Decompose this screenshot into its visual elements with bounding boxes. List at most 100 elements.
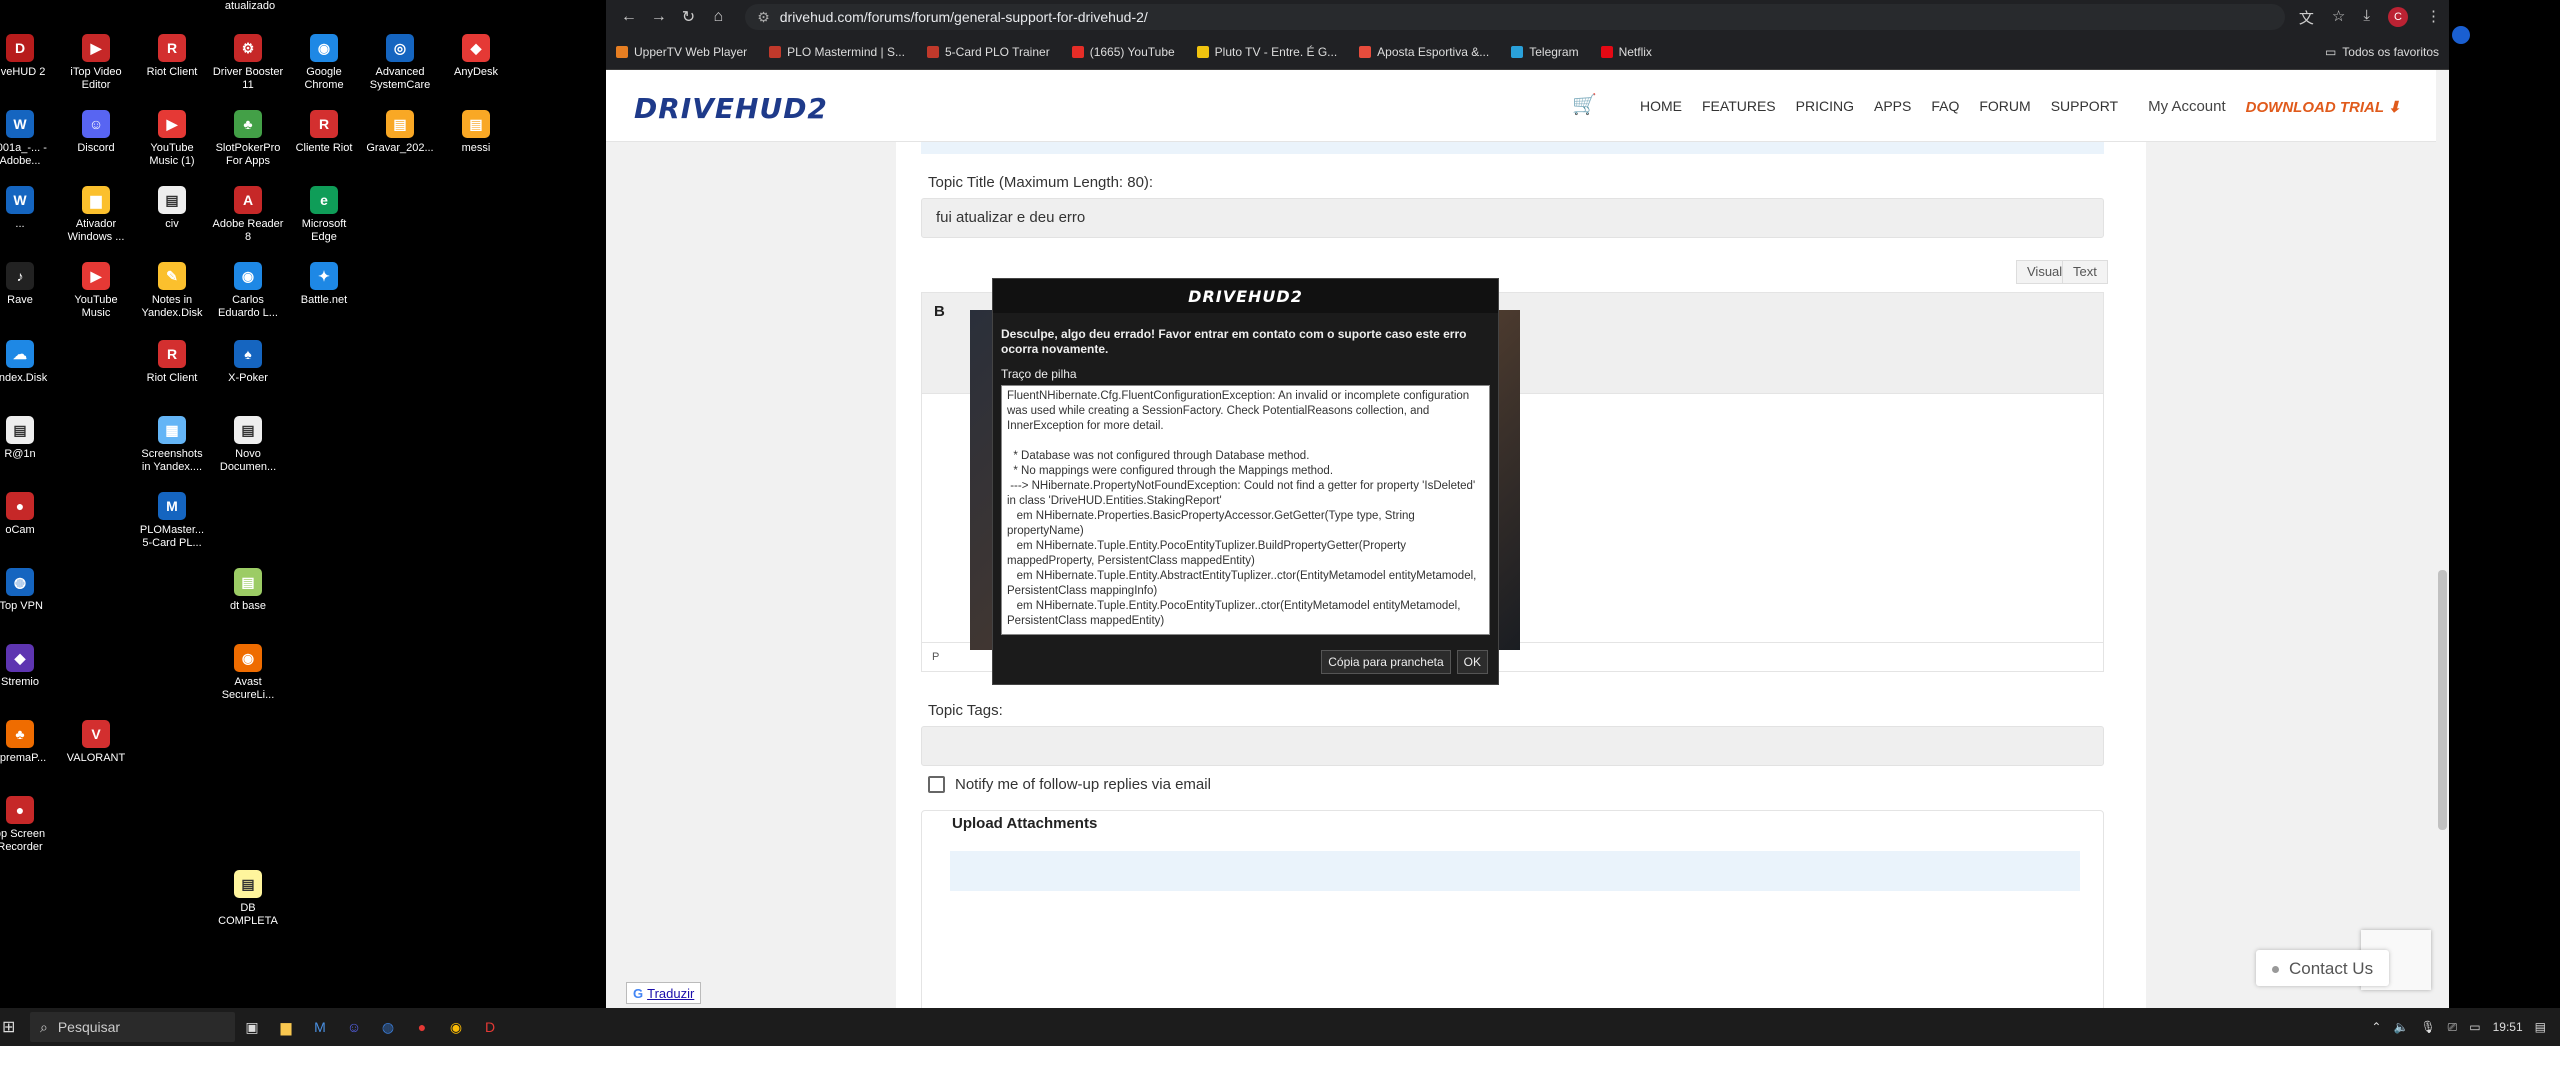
nav-support[interactable]: SUPPORT <box>2051 98 2118 116</box>
desktop-icon[interactable]: R Cliente Riot <box>288 110 360 155</box>
chrome-taskbar-icon[interactable]: ◉ <box>439 1019 473 1036</box>
desktop-icon[interactable]: ▤ dt base <box>212 568 284 613</box>
desktop-icon[interactable]: ♣ upremaP... <box>0 720 56 765</box>
desktop-icon[interactable]: e Microsoft Edge <box>288 186 360 244</box>
scrollbar-thumb[interactable] <box>2438 570 2447 830</box>
nav-faq[interactable]: FAQ <box>1931 98 1959 116</box>
desktop-icon[interactable]: ▶ YouTube Music (1) <box>136 110 208 168</box>
forward-icon[interactable]: → <box>644 8 674 26</box>
network-icon[interactable]: ⎚ <box>2448 1020 2458 1035</box>
desktop-icon[interactable]: R Riot Client <box>136 34 208 79</box>
desktop-icon[interactable]: ◉ Avast SecureLi... <box>212 644 284 702</box>
translate-widget[interactable]: G Traduzir <box>626 982 702 1004</box>
desktop-icon[interactable]: ◍ iTop VPN <box>0 568 56 613</box>
desktop-icon[interactable]: ▤ messi <box>440 110 512 155</box>
desktop-icon[interactable]: ◉ Google Chrome <box>288 34 360 92</box>
clock[interactable]: 19:51 <box>2493 1020 2523 1034</box>
desktop-icon[interactable]: ▶ YouTube Music <box>60 262 132 320</box>
vpn-taskbar-icon[interactable]: ◍ <box>371 1019 405 1036</box>
app-icon[interactable]: M <box>303 1019 337 1035</box>
topic-title-input[interactable]: fui atualizar e deu erro <box>921 198 2104 238</box>
taskbar-search[interactable]: ⌕ Pesquisar <box>30 1012 235 1042</box>
download-icon[interactable]: ⤓ <box>2363 7 2370 28</box>
desktop-icon[interactable]: ▶ iTop Video Editor <box>60 34 132 92</box>
desktop-icon[interactable]: A Adobe Reader 8 <box>212 186 284 244</box>
desktop-icon[interactable]: ▤ DB COMPLETA <box>212 870 284 928</box>
address-bar[interactable]: ⚙ drivehud.com/forums/forum/general-supp… <box>745 4 2285 30</box>
desktop-icon[interactable]: ♠ X-Poker <box>212 340 284 385</box>
nav-features[interactable]: FEATURES <box>1702 98 1776 116</box>
recorder-taskbar-icon[interactable]: ● <box>405 1019 439 1035</box>
desktop-icon[interactable]: V VALORANT <box>60 720 132 765</box>
my-account-link[interactable]: My Account <box>2148 98 2226 116</box>
desktop-icon[interactable]: ▤ R@1n <box>0 416 56 461</box>
desktop-icon[interactable]: DriveHUD 2 <box>0 34 56 79</box>
discord-taskbar-icon[interactable]: ☺ <box>337 1019 371 1035</box>
translate-icon[interactable]: 文 <box>2299 7 2314 28</box>
site-info-icon[interactable]: ⚙ <box>757 9 770 26</box>
desktop-icon[interactable]: ✎ Notes in Yandex.Disk <box>136 262 208 320</box>
desktop-icon[interactable]: W -001a_-... - Adobe... <box>0 110 56 168</box>
home-icon[interactable]: ⌂ <box>703 8 733 26</box>
desktop-icon[interactable]: ▤ Gravar_202... <box>364 110 436 155</box>
desktop-icon[interactable]: ▆ Ativador Windows ... <box>60 186 132 244</box>
notifications-icon[interactable]: ▤ <box>2535 1020 2546 1034</box>
drivehud-taskbar-icon[interactable]: D <box>473 1019 507 1035</box>
file-explorer-icon[interactable]: ▆ <box>269 1019 303 1036</box>
edge-sidebar-icon[interactable] <box>2452 26 2470 44</box>
desktop-icon[interactable]: M PLOMaster... 5-Card PL... <box>136 492 208 550</box>
bookmark-item[interactable]: Telegram <box>1511 45 1579 59</box>
notify-checkbox[interactable] <box>928 776 945 793</box>
ok-button[interactable]: OK <box>1456 650 1488 674</box>
desktop-icon[interactable]: W... <box>0 186 56 231</box>
battery-icon[interactable]: ▭ <box>2469 1020 2480 1034</box>
site-logo[interactable]: DRIVEHUD2 <box>634 92 828 125</box>
reload-icon[interactable]: ↻ <box>674 7 704 27</box>
page-scrollbar[interactable] <box>2436 70 2449 1008</box>
task-view-icon[interactable]: ▣ <box>235 1019 269 1036</box>
nav-forum[interactable]: FORUM <box>1979 98 2030 116</box>
nav-home[interactable]: HOME <box>1640 98 1682 116</box>
desktop-icon[interactable]: ▦ Screenshots in Yandex.... <box>136 416 208 474</box>
back-icon[interactable]: ← <box>614 8 644 26</box>
desktop-icon[interactable]: ▤ Novo Documen... <box>212 416 284 474</box>
desktop-icon[interactable]: ◉ Carlos Eduardo L... <box>212 262 284 320</box>
menu-icon[interactable]: ⋮ <box>2426 7 2441 28</box>
bookmark-item[interactable]: Netflix <box>1600 45 1652 59</box>
bookmark-item[interactable]: Aposta Esportiva &... <box>1359 45 1489 59</box>
desktop-icon[interactable]: ◆ Stremio <box>0 644 56 689</box>
bookmark-item[interactable]: Pluto TV - Entre. É G... <box>1196 45 1337 59</box>
bookmark-star-icon[interactable]: ☆ <box>2332 7 2345 28</box>
desktop-icon[interactable]: ● op Screen Recorder <box>0 796 56 854</box>
contact-us-button[interactable]: Contact Us <box>2256 950 2390 986</box>
cart-icon[interactable]: 🛒 <box>1572 92 1597 117</box>
bookmark-item[interactable]: UpperTV Web Player <box>616 45 747 59</box>
stack-trace-box[interactable]: FluentNHibernate.Cfg.FluentConfiguration… <box>1001 385 1490 635</box>
nav-pricing[interactable]: PRICING <box>1796 98 1854 116</box>
translate-link[interactable]: Traduzir <box>647 986 694 1001</box>
bookmarks-folder[interactable]: ▭ Todos os favoritos <box>2325 45 2439 59</box>
start-icon[interactable]: ⊞ <box>2 1017 30 1037</box>
bold-button[interactable]: B <box>934 303 945 320</box>
download-trial-link[interactable]: DOWNLOAD TRIAL ⬇ <box>2246 98 2401 116</box>
desktop-icon[interactable]: R Riot Client <box>136 340 208 385</box>
bookmark-item[interactable]: (1665) YouTube <box>1071 45 1175 59</box>
desktop-icon[interactable]: ◎ Advanced SystemCare <box>364 34 436 92</box>
desktop-icon[interactable]: ☁ andex.Disk <box>0 340 56 385</box>
nav-apps[interactable]: APPS <box>1874 98 1911 116</box>
desktop-icon[interactable]: ◆ AnyDesk <box>440 34 512 79</box>
desktop-icon[interactable]: ☺ Discord <box>60 110 132 155</box>
desktop-icon[interactable]: ✦ Battle.net <box>288 262 360 307</box>
topic-tags-input[interactable] <box>921 726 2104 766</box>
mic-icon[interactable]: 🎙 <box>2420 1020 2435 1034</box>
desktop-icon[interactable]: ▤ civ <box>136 186 208 231</box>
profile-avatar[interactable]: C <box>2388 6 2408 27</box>
desktop-icon[interactable]: ♣ SlotPokerPro For Apps <box>212 110 284 168</box>
desktop-icon[interactable]: ⚙ Driver Booster 11 <box>212 34 284 92</box>
bookmark-item[interactable]: PLO Mastermind | S... <box>769 45 905 59</box>
desktop-icon[interactable]: ♪ Rave <box>0 262 56 307</box>
tab-text[interactable]: Text <box>2062 260 2108 284</box>
bookmark-item[interactable]: 5-Card PLO Trainer <box>926 45 1050 59</box>
tray-chevron-icon[interactable]: ⌃ <box>2371 1020 2381 1034</box>
desktop-icon[interactable]: ● oCam <box>0 492 56 537</box>
